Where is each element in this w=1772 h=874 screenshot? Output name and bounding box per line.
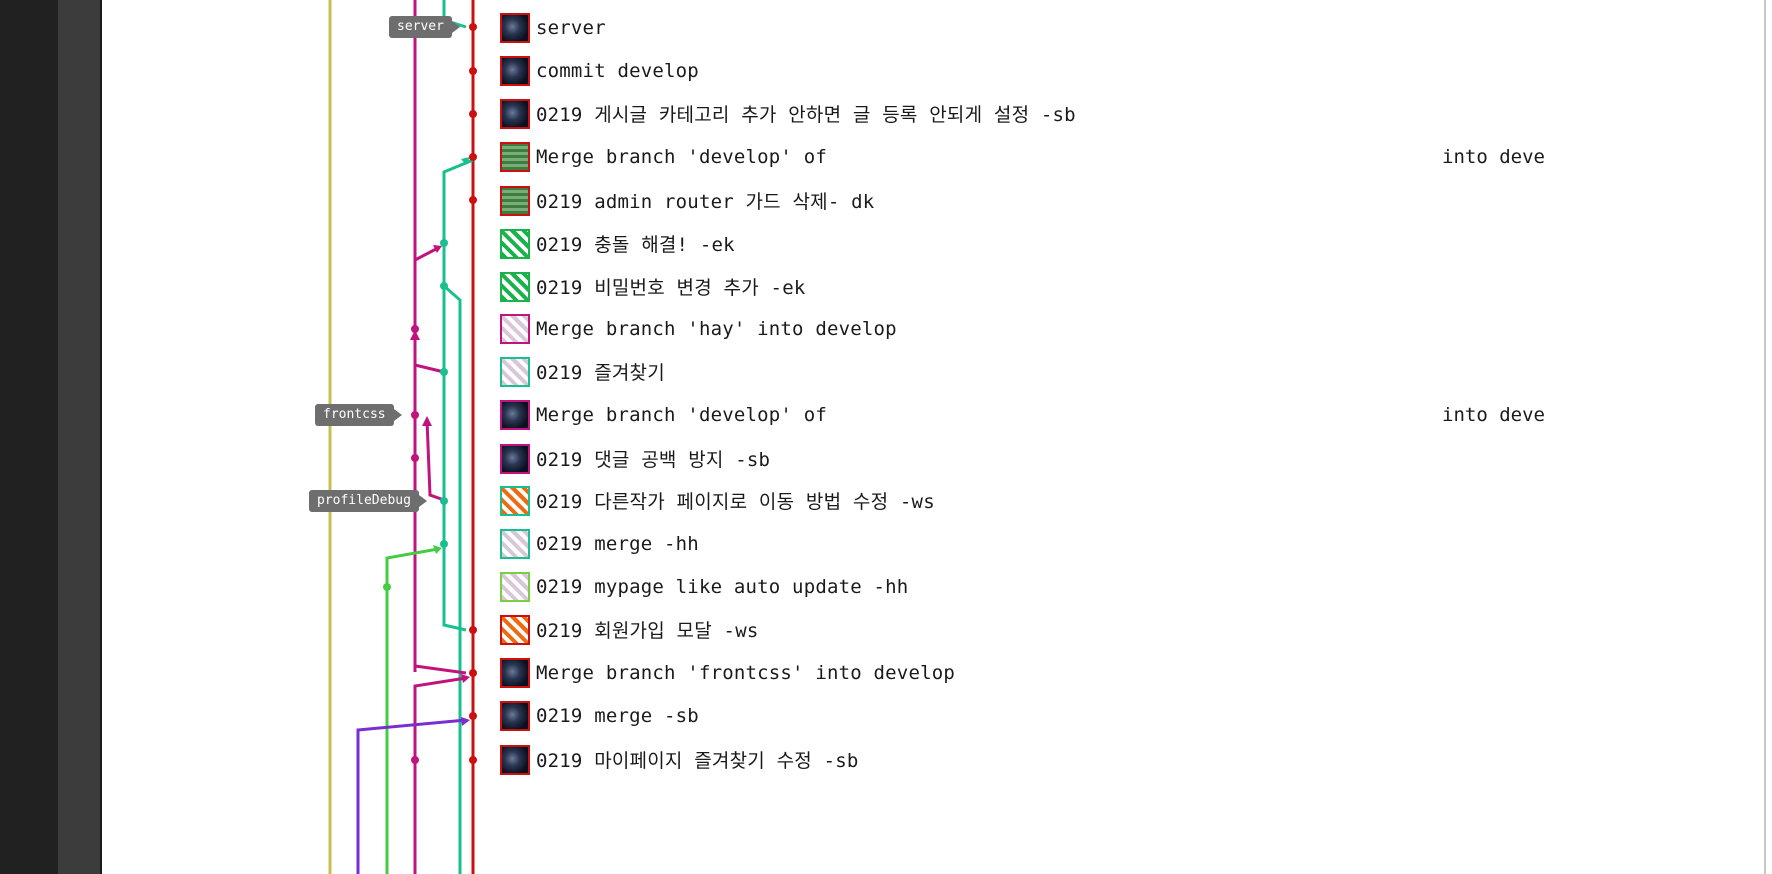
commit-row[interactable]: Merge branch 'develop' of [500,135,827,178]
author-avatar [500,271,530,302]
author-avatar [500,55,530,86]
author-avatar [500,614,530,645]
commit-row[interactable]: 0219 mypage like auto update -hh [500,565,908,608]
author-avatar [500,399,530,430]
commit-message: server [536,16,606,39]
commit-row[interactable]: 0219 충돌 해결! -ek [500,222,735,265]
branch-tag-profiledebug[interactable]: profileDebug [309,490,427,512]
author-avatar [500,571,530,602]
commit-row[interactable]: 0219 댓글 공백 방지 -sb [500,437,770,480]
commit-message: 0219 다른작가 페이지로 이동 방법 수정 -ws [536,491,935,513]
commit-message: 0219 즐겨찾기 [536,362,665,384]
commit-row[interactable]: 0219 merge -hh [500,522,699,565]
commit-message-tail: into deve [1442,146,1545,168]
commit-row[interactable]: 0219 다른작가 페이지로 이동 방법 수정 -ws [500,479,935,522]
commit-row[interactable]: 0219 admin router 가드 삭제- dk [500,179,874,222]
commit-row[interactable]: Merge branch 'hay' into develop [500,307,897,350]
author-avatar [500,744,530,775]
commit-row[interactable]: 0219 merge -sb [500,694,699,737]
commit-message: 0219 merge -sb [536,704,699,727]
commit-row[interactable]: server [500,6,606,49]
author-avatar [500,228,530,259]
commit-message: 0219 admin router 가드 삭제- dk [536,191,875,213]
commit-message: 0219 merge -hh [536,532,699,555]
author-avatar [500,98,530,129]
commit-message: Merge branch 'develop' of [536,145,827,168]
commit-row[interactable]: 0219 게시글 카테고리 추가 안하면 글 등록 안되게 설정 -sb [500,92,1076,135]
author-avatar [500,141,530,172]
commit-row[interactable]: Merge branch 'frontcss' into develop [500,651,955,694]
author-avatar [500,443,530,474]
commit-message: Merge branch 'develop' of [536,403,827,426]
commit-row[interactable]: 0219 즐겨찾기 [500,350,665,393]
commit-message-tail: into deve [1442,404,1545,426]
commit-message: Merge branch 'frontcss' into develop [536,661,956,684]
author-avatar [500,356,530,387]
commit-row[interactable]: commit develop [500,49,699,92]
author-avatar [500,485,530,516]
author-avatar [500,313,530,344]
author-avatar [500,657,530,688]
commit-message: 0219 회원가입 모달 -ws [536,620,759,642]
commit-message: 0219 댓글 공백 방지 -sb [536,449,771,471]
commit-row[interactable]: 0219 비밀번호 변경 추가 -ek [500,265,805,308]
commit-message: 0219 게시글 카테고리 추가 안하면 글 등록 안되게 설정 -sb [536,104,1076,126]
author-avatar [500,185,530,216]
branch-tag-frontcss[interactable]: frontcss [315,404,402,426]
commit-message: commit develop [536,59,699,82]
commit-row[interactable]: 0219 마이페이지 즐겨찾기 수정 -sb [500,738,859,781]
commit-message: 0219 mypage like auto update -hh [536,575,909,598]
commit-message: Merge branch 'hay' into develop [536,317,897,340]
author-avatar [500,12,530,43]
branch-tag-server[interactable]: server [389,16,460,38]
author-avatar [500,700,530,731]
commit-message: 0219 충돌 해결! -ek [536,234,735,256]
commit-message: 0219 마이페이지 즐겨찾기 수정 -sb [536,750,859,772]
commit-row[interactable]: 0219 회원가입 모달 -ws [500,608,758,651]
commit-row[interactable]: Merge branch 'develop' of [500,393,827,436]
right-panel-border [1764,0,1766,874]
commit-message: 0219 비밀번호 변경 추가 -ek [536,277,806,299]
author-avatar [500,528,530,559]
